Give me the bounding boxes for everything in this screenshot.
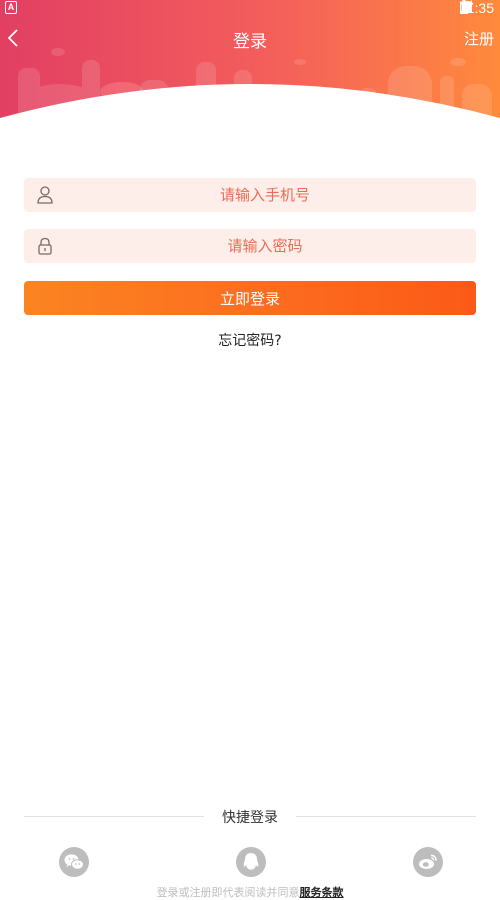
header-background	[0, 0, 500, 145]
password-input[interactable]	[64, 229, 466, 263]
wechat-login-button[interactable]	[59, 847, 89, 877]
weibo-login-button[interactable]	[413, 847, 443, 877]
terms-text: 登录或注册即代表阅读并同意	[156, 886, 300, 899]
phone-field	[24, 178, 476, 212]
password-field	[24, 229, 476, 263]
user-icon	[37, 186, 53, 204]
login-button[interactable]: 立即登录	[24, 281, 476, 315]
status-icons: 11:35	[460, 0, 494, 16]
phone-input[interactable]	[64, 178, 466, 212]
page-title: 登录	[233, 32, 267, 52]
header-banner: A 11:35 登录 注册	[0, 0, 500, 145]
wechat-icon	[64, 854, 84, 870]
battery-icon	[460, 0, 468, 14]
quick-login-divider: 快捷登录	[0, 806, 500, 826]
status-bar: A 11:35	[0, 0, 500, 18]
notification-icon: A	[5, 1, 17, 14]
lock-icon	[38, 237, 52, 255]
register-link[interactable]: 注册	[464, 28, 494, 49]
forgot-password-link[interactable]: 忘记密码?	[0, 330, 500, 350]
terms-notice: 登录或注册即代表阅读并同意服务条款	[0, 884, 500, 900]
qq-login-button[interactable]	[236, 847, 266, 877]
terms-of-service-link[interactable]: 服务条款	[300, 886, 344, 899]
weibo-icon	[419, 854, 437, 869]
qq-icon	[243, 853, 259, 870]
quick-login-title: 快捷登录	[222, 810, 278, 826]
divider-line-right	[296, 816, 476, 817]
